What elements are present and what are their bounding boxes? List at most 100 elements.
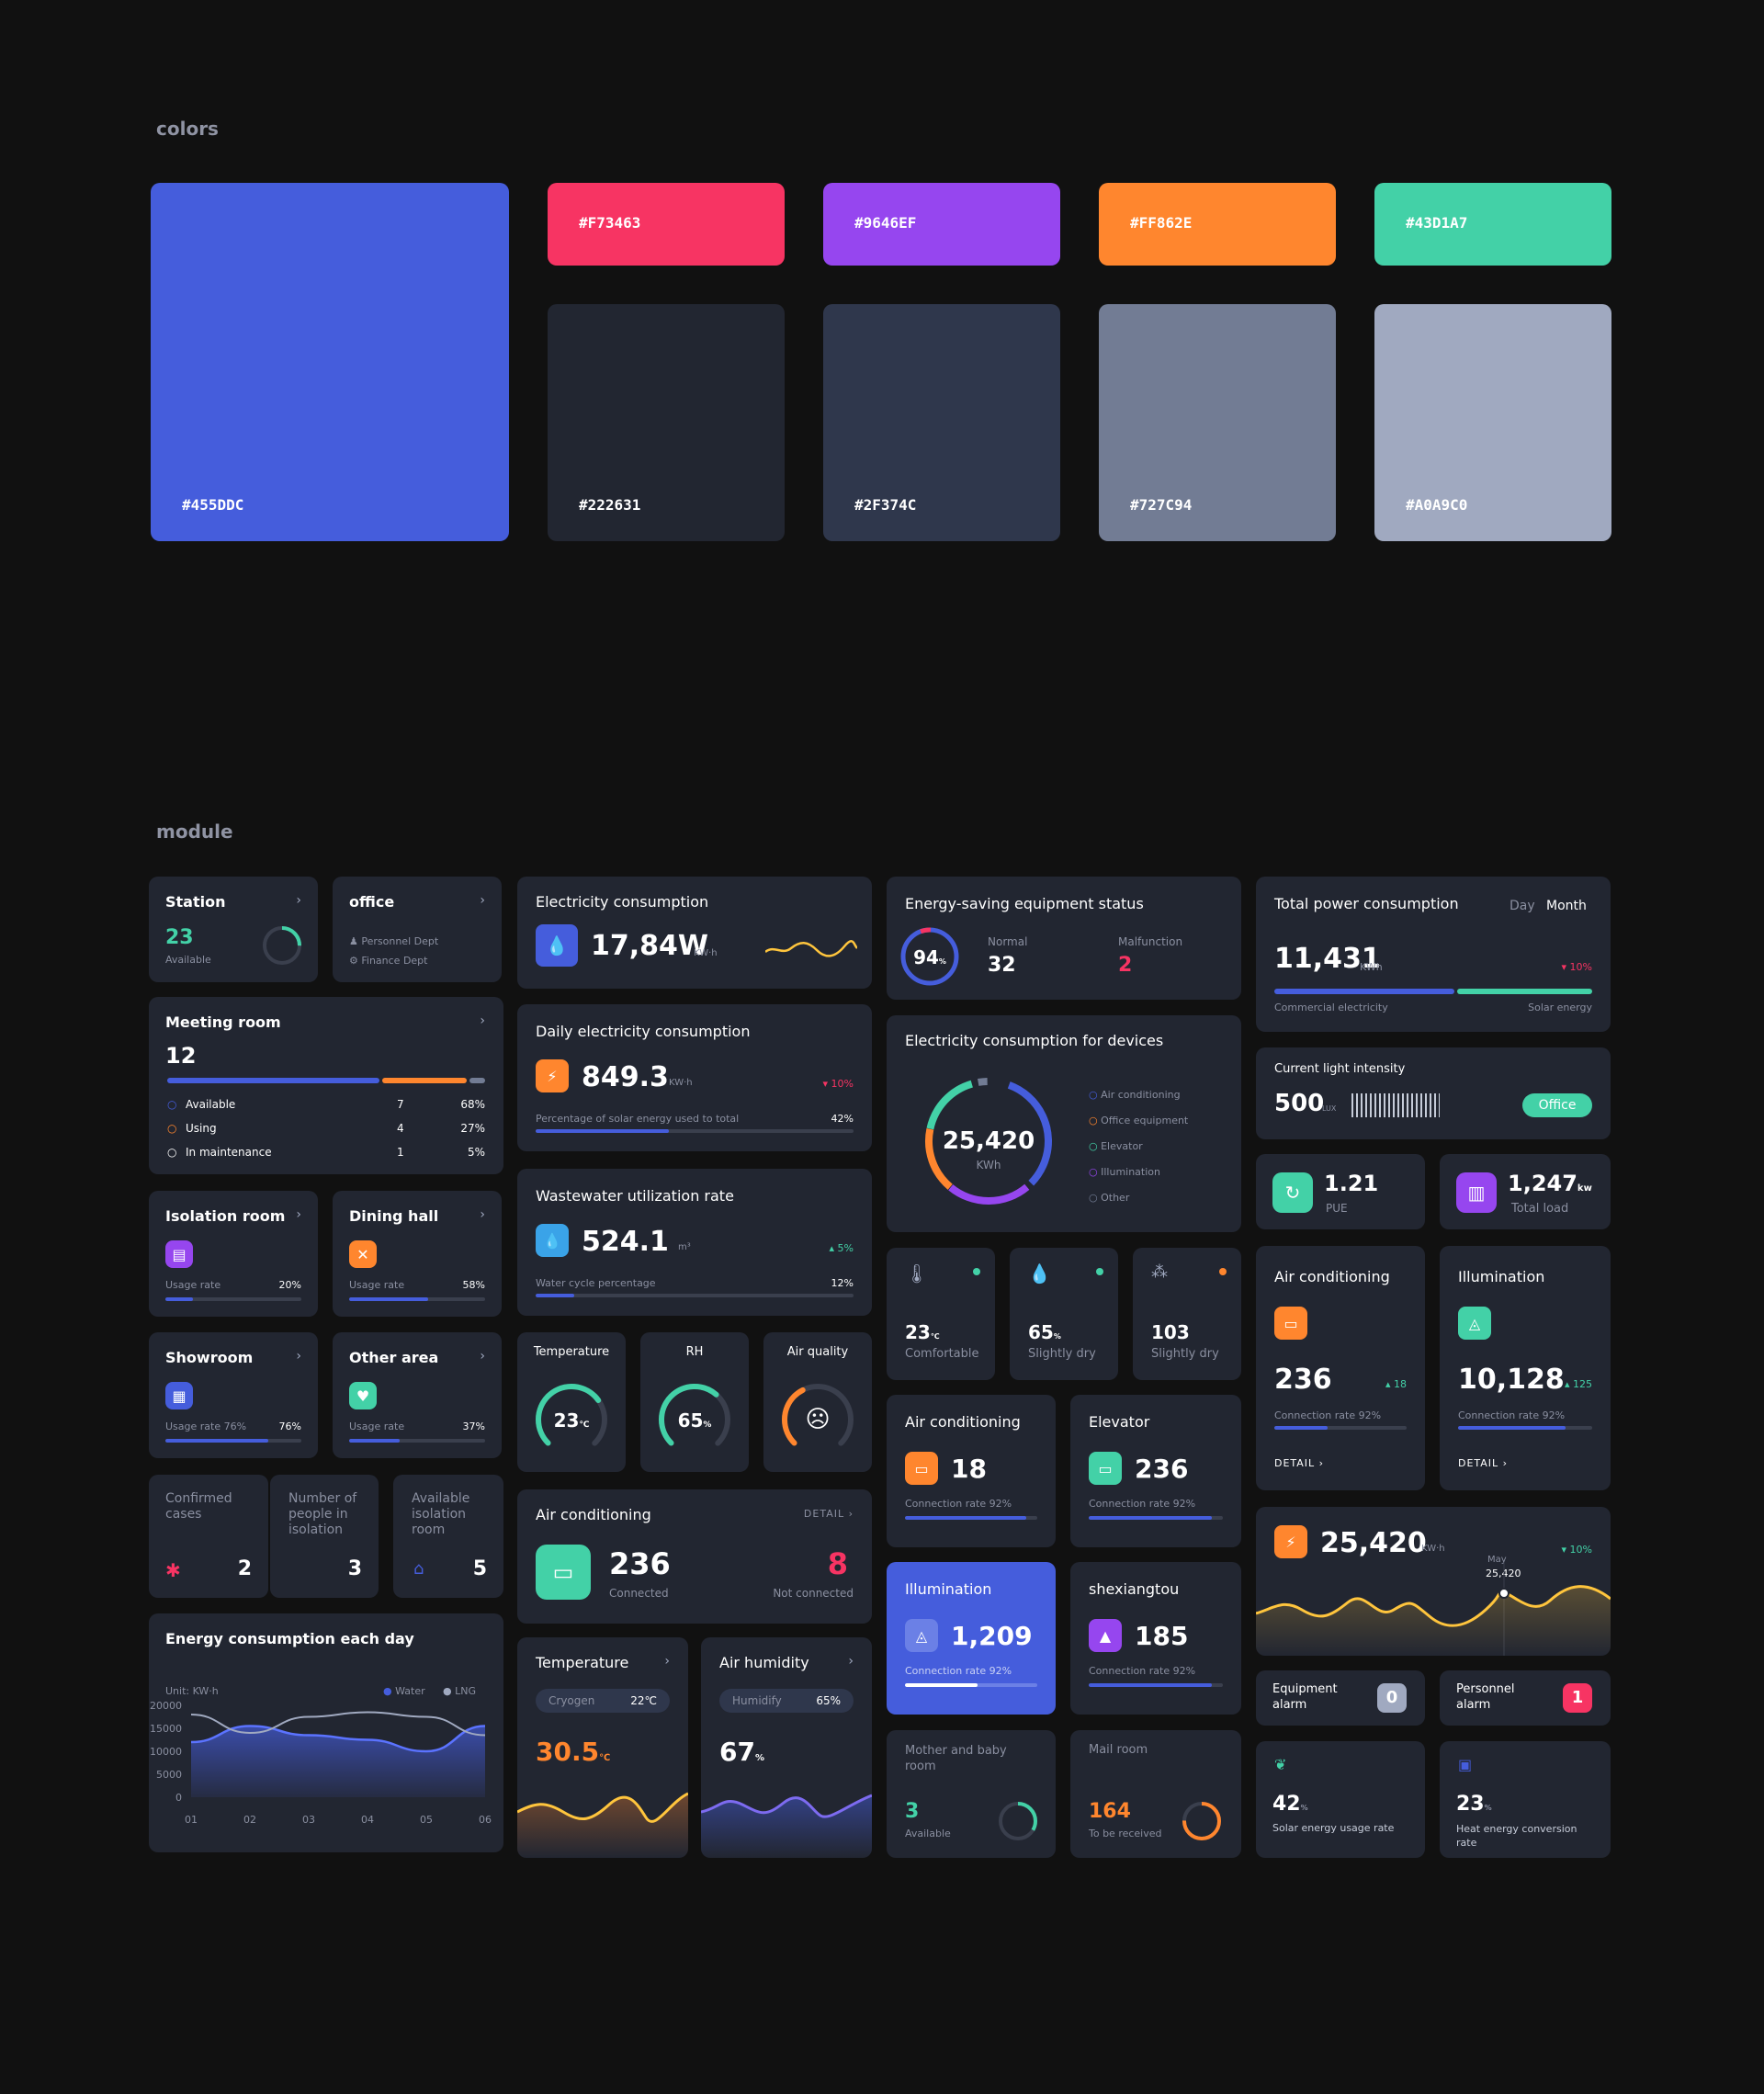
stat-label: Available isolation room [412,1491,470,1537]
tab-day[interactable]: Day [1510,899,1535,913]
connected-label: Connected [609,1587,669,1600]
connection-label: Connection rate 92% [1458,1409,1566,1421]
malfunction-value: 2 [1118,954,1133,977]
waste-label: Water cycle percentage [536,1277,656,1289]
waste-pct: 12% [831,1277,854,1289]
normal-label: Normal [988,935,1028,948]
swatch-label: #455DDC [182,496,244,514]
station-label: Available [165,954,211,966]
air-humidity-card[interactable]: Air humidity › Humidify 65% 67% [701,1637,872,1858]
y-tick-label: 10000 [150,1746,182,1758]
circle-icon: ○ [167,1122,177,1135]
swatch-label: #2F374C [854,496,917,514]
pill-value: 22℃ [630,1694,657,1707]
detail-link[interactable]: DETAIL › [804,1508,854,1520]
thermometer-icon: 🌡 [905,1262,929,1285]
illum-big-value: 10,128 [1458,1364,1565,1396]
legend-item: ○ Office equipment [1089,1115,1188,1126]
sensor-label: Comfortable [905,1347,979,1361]
detail-label: DETAIL [1458,1457,1499,1469]
showroom-card[interactable]: Showroom › ▦ Usage rate 76% 76% [149,1332,318,1458]
gauge-air-quality-card: Air quality ☹ [763,1332,872,1472]
alarm-badge: 0 [1377,1683,1407,1713]
devices-consumption-card: Electricity consumption for devices 25,4… [887,1015,1241,1232]
swatch-label: #43D1A7 [1406,214,1468,232]
donut-unit: KWh [976,1159,1001,1172]
other-area-card[interactable]: Other area › ♥ Usage rate 37% [333,1332,502,1458]
temp-wave-chart [517,1792,688,1858]
legend-item: ○ Illumination [1089,1166,1160,1178]
elevator-card[interactable]: Elevator ▭ 236 Connection rate 92% [1070,1395,1241,1547]
series-lng-line [190,1711,486,1737]
detail-label: DETAIL [1274,1457,1316,1469]
card-title: Elevator [1089,1413,1150,1431]
x-tick-label: 06 [479,1814,492,1826]
swatch-purple: #9646EF [823,183,1060,266]
light-value: 500 [1274,1090,1325,1117]
pill-label: Humidify [732,1694,782,1707]
change-value: 10% [1569,1544,1592,1556]
status-dot [1096,1268,1103,1275]
intensity-bars [1351,1093,1440,1117]
card-title: Mother and baby room [905,1744,1007,1773]
ac-icon: ▭ [536,1545,591,1600]
pue-card: ↻ 1.21 PUE [1256,1154,1425,1229]
ac-small-card[interactable]: Air conditioning ▭ 18 Connection rate 92… [887,1395,1056,1547]
swatch-dark2: #2F374C [823,304,1060,541]
ring-unit: % [938,957,946,966]
donut-value: 25,420 [942,1127,1035,1155]
row-label: Available [186,1098,236,1111]
lamp-icon: ◬ [1458,1307,1491,1340]
gauge-number: 65 [677,1409,704,1432]
detail-link[interactable]: DETAIL › [1458,1457,1508,1469]
confirmed-cases-card: Confirmed cases ✱ 2 [149,1475,268,1598]
tab-month[interactable]: Month [1546,899,1587,913]
meeting-room-card[interactable]: Meeting room › 12 ○ Available 7 68% ○ Using 4… [149,997,503,1174]
legend-label: Illumination [1101,1166,1160,1178]
usage-pct: 37% [462,1421,485,1432]
card-title: Air conditioning [905,1413,1021,1431]
arrow-down-icon: ▾ [822,1078,831,1090]
ac-big-card[interactable]: Air conditioning ▭ 236 ▴ 18 Connection r… [1256,1246,1425,1490]
air-conditioning-wide-card[interactable]: Air conditioning DETAIL › ▭ 236 Connecte… [517,1489,872,1624]
station-card[interactable]: Station › 23 Available [149,877,318,982]
mode-pill[interactable]: Humidify 65% [719,1689,854,1713]
elevator-value: 236 [1135,1454,1189,1484]
office-card[interactable]: office › ♟ Personnel Dept ⚙ Finance Dept [333,877,502,982]
illumination-small-card[interactable]: Illumination ◬ 1,209 Connection rate 92% [887,1562,1056,1715]
equipment-alarm-card[interactable]: Equipment alarm 0 [1256,1670,1425,1726]
not-connected-label: Not connected [773,1587,854,1600]
ring-value: 94% [898,946,962,968]
circle-icon: ○ [1089,1115,1102,1126]
humidity-unit: % [754,1753,764,1763]
bolt-icon: ⚡ [1274,1525,1307,1558]
swatch-dark1: #222631 [548,304,785,541]
load-number: 1,247 [1508,1171,1577,1196]
sensor-value: 103 [1151,1321,1190,1343]
isolation-room-card[interactable]: Isolation room › ▤ Usage rate 20% [149,1191,318,1317]
row-count: 4 [397,1122,404,1135]
personnel-alarm-card[interactable]: Personnel alarm 1 [1440,1670,1611,1726]
house-icon: ⌂ [413,1559,424,1579]
connected-value: 236 [609,1546,671,1581]
stat-label: Confirmed cases [165,1491,232,1522]
connection-label: Connection rate 92% [1089,1498,1196,1510]
office-badge[interactable]: Office [1522,1093,1592,1117]
mode-pill[interactable]: Cryogen 22℃ [536,1689,670,1713]
illumination-big-card[interactable]: Illumination ◬ 10,128 ▴ 125 Connection r… [1440,1246,1611,1490]
office-item-label: Finance Dept [361,955,428,967]
shexiangtou-card[interactable]: shexiangtou ▲ 185 Connection rate 92% [1070,1562,1241,1715]
temperature-wave-card[interactable]: Temperature › Cryogen 22℃ 30.5℃ [517,1637,688,1858]
power-chart-change: ▾ 10% [1562,1544,1592,1556]
bar-segment-commercial [1274,989,1454,994]
electricity-card: Electricity consumption 💧 17,84W KW·h [517,877,872,989]
virus-icon: ✱ [165,1559,181,1581]
dining-hall-card[interactable]: Dining hall › ✕ Usage rate 58% [333,1191,502,1317]
mail-room-card[interactable]: Mail room 164 To be received [1070,1730,1241,1858]
normal-value: 32 [988,954,1016,977]
sparkline [765,940,857,957]
mother-value: 3 [905,1800,920,1823]
mother-baby-room-card[interactable]: Mother and baby room 3 Available [887,1730,1056,1858]
gear-icon: ⚙ [349,955,362,967]
detail-link[interactable]: DETAIL › [1274,1457,1324,1469]
